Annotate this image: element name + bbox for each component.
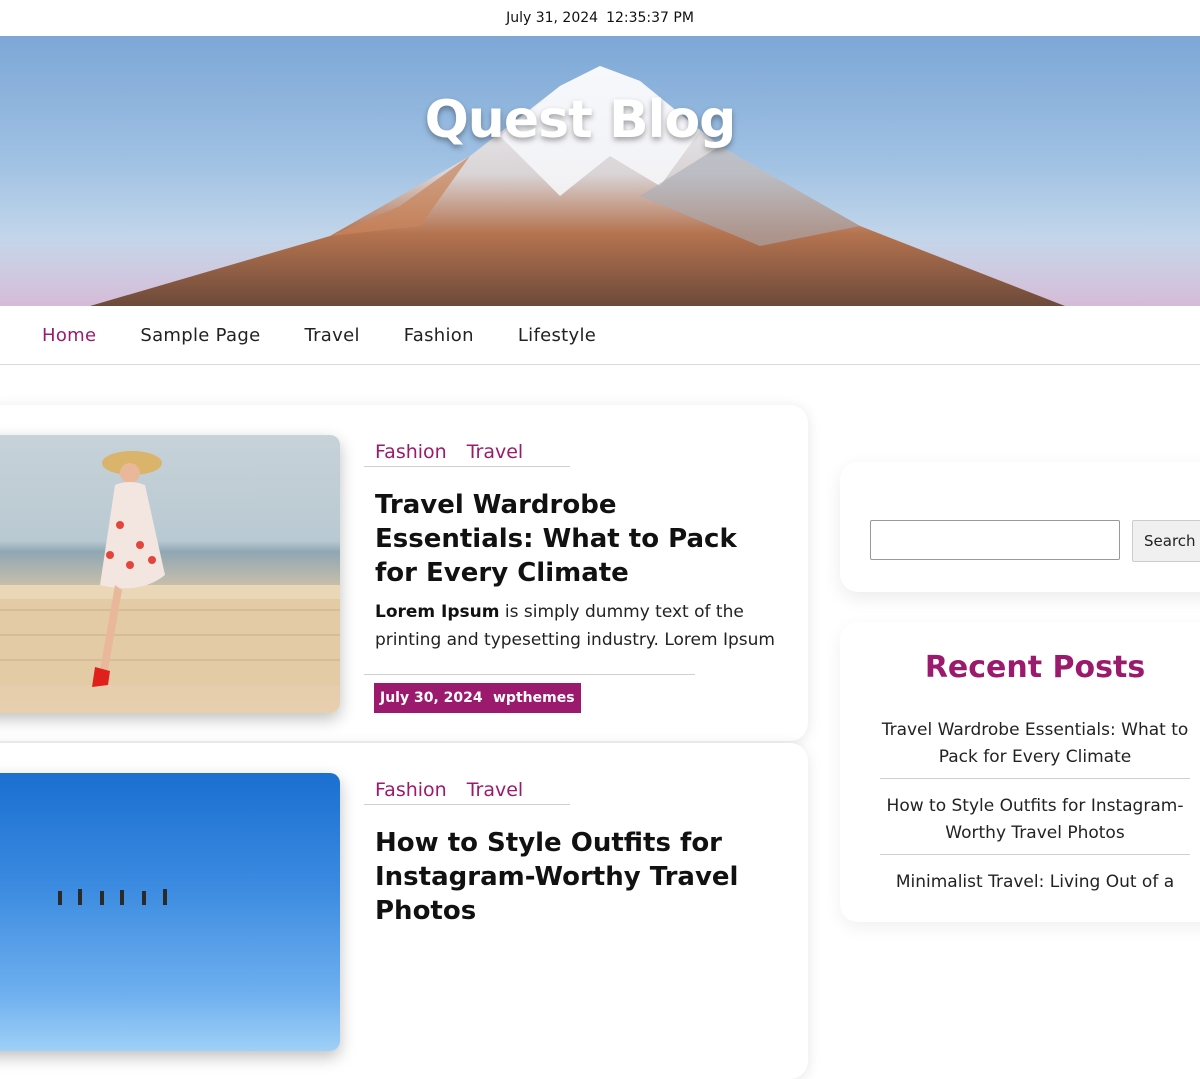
divider [364, 674, 695, 675]
excerpt-bold: Lorem Ipsum [375, 602, 500, 622]
post-title[interactable]: Travel Wardrobe Essentials: What to Pack… [375, 488, 775, 590]
nav-item-home[interactable]: Home [42, 325, 96, 346]
header-banner: Quest Blog [0, 36, 1200, 306]
category-link[interactable]: Fashion [375, 437, 447, 466]
post-author-badge[interactable]: wpthemes [487, 683, 581, 713]
nav-item-lifestyle[interactable]: Lifestyle [518, 325, 596, 346]
post-categories: Fashion Travel [364, 775, 570, 805]
category-link[interactable]: Travel [467, 437, 523, 466]
current-date: July 31, 2024 [506, 10, 599, 26]
recent-post-link[interactable]: Travel Wardrobe Essentials: What to Pack… [880, 717, 1190, 779]
recent-posts-heading: Recent Posts [924, 650, 1146, 685]
main-navigation: Home Sample Page Travel Fashion Lifestyl… [0, 306, 1200, 365]
category-link[interactable]: Travel [467, 775, 523, 804]
post-excerpt: Lorem Ipsum is simply dummy text of the … [375, 598, 775, 654]
post-title[interactable]: How to Style Outfits for Instagram-Worth… [375, 826, 775, 928]
woman-on-wall-photo [0, 451, 340, 687]
beach-photo [58, 889, 167, 905]
recent-post-link[interactable]: Minimalist Travel: Living Out of a [880, 869, 1190, 903]
search-input[interactable] [870, 520, 1120, 560]
site-title[interactable]: Quest Blog [0, 90, 1160, 150]
date-time-bar: July 31, 2024 12:35:37 PM [0, 0, 1200, 36]
recent-post-link[interactable]: How to Style Outfits for Instagram-Worth… [880, 793, 1190, 855]
post-thumbnail[interactable] [0, 435, 340, 713]
mountain-illustration [0, 66, 1200, 306]
nav-item-sample-page[interactable]: Sample Page [140, 325, 260, 346]
nav-item-travel[interactable]: Travel [304, 325, 359, 346]
category-link[interactable]: Fashion [375, 775, 447, 804]
post-thumbnail[interactable] [0, 773, 340, 1051]
post-date-badge[interactable]: July 30, 2024 [374, 683, 489, 713]
post-categories: Fashion Travel [364, 437, 570, 467]
search-button[interactable]: Search [1132, 520, 1200, 562]
nav-item-fashion[interactable]: Fashion [404, 325, 474, 346]
current-time: 12:35:37 PM [606, 10, 694, 26]
